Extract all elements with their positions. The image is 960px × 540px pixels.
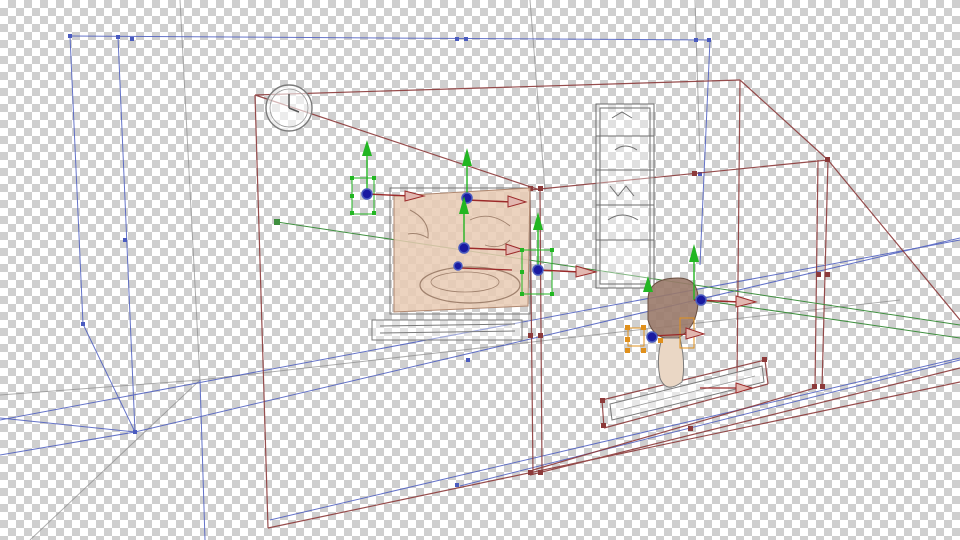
pivot-icon[interactable] <box>695 294 707 306</box>
pivot-icon[interactable] <box>361 188 373 200</box>
bookshelf[interactable] <box>595 103 655 289</box>
axis-y-arrow[interactable] <box>533 212 543 230</box>
pivot-icon[interactable] <box>646 331 658 343</box>
floor-tile[interactable] <box>609 365 765 421</box>
wall-clock[interactable] <box>265 84 313 132</box>
axis-y-arrow[interactable] <box>462 148 472 166</box>
shelf-icon <box>595 103 655 289</box>
pivot-icon[interactable] <box>532 264 544 276</box>
axis-x-arrow[interactable] <box>575 265 598 278</box>
axis-x-arrow[interactable] <box>735 295 758 308</box>
scene-viewport[interactable] <box>0 0 960 540</box>
pivot-icon[interactable] <box>453 261 463 271</box>
pivot-icon[interactable] <box>458 242 470 254</box>
axis-y-arrow[interactable] <box>689 244 699 262</box>
light-source-handle[interactable] <box>274 219 280 225</box>
gizmo-frame-right[interactable] <box>521 212 598 295</box>
axis-x-arrow[interactable] <box>685 327 706 340</box>
axis-y-arrow[interactable] <box>362 140 372 156</box>
